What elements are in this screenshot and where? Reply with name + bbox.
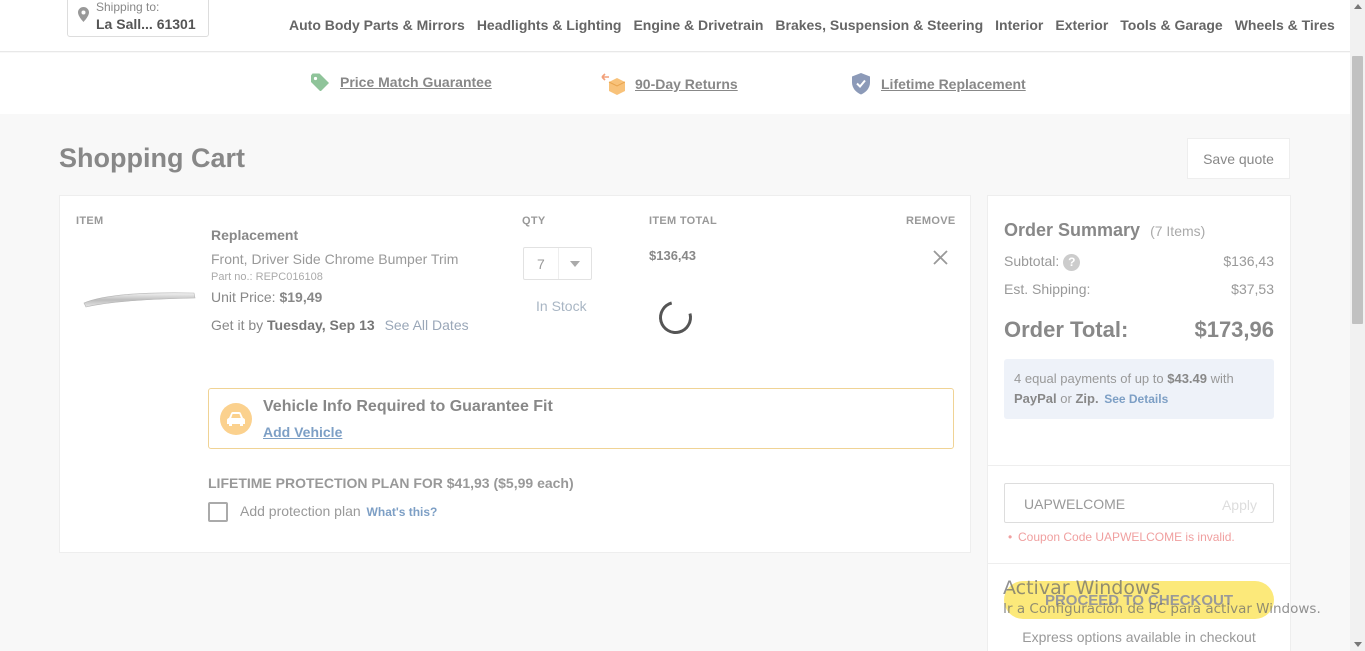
shipping-label: Est. Shipping: [1004,281,1091,297]
shipping-row: Est. Shipping: $37,53 [1004,281,1274,297]
subtotal-label: Subtotal: [1004,253,1060,269]
return-box-icon [601,73,625,95]
part-number: Part no.: REPC016108 [211,271,323,283]
nav-headlights[interactable]: Headlights & Lighting [477,17,622,33]
col-header-remove: REMOVE [906,215,956,227]
pay-with: with [1210,371,1234,386]
returns-link[interactable]: 90-Day Returns [635,76,738,92]
unit-price-label: Unit Price: [211,289,276,305]
protection-plan-checkbox[interactable] [208,502,228,522]
nav-engine[interactable]: Engine & Drivetrain [633,17,763,33]
page-title: Shopping Cart [59,143,245,173]
cart-panel: ITEM QTY ITEM TOTAL REMOVE Replacement F… [59,195,971,553]
price-tag-icon [311,73,329,91]
nav-tools[interactable]: Tools & Garage [1120,17,1222,33]
summary-divider-2 [988,563,1290,564]
location-pin-icon [78,7,89,22]
installment-info: 4 equal payments of up to $43.49 with Pa… [1004,359,1274,419]
close-icon[interactable] [933,250,948,265]
coupon-field[interactable]: UAPWELCOME Apply [1004,483,1274,523]
see-all-dates-link[interactable]: See All Dates [385,317,469,333]
price-match-link[interactable]: Price Match Guarantee [340,74,492,90]
chevron-down-icon[interactable] [558,248,591,279]
save-quote-button[interactable]: Save quote [1187,138,1290,179]
order-total-label: Order Total: [1004,317,1129,342]
shipping-value: $37,53 [1231,281,1274,297]
order-summary-heading: Order Summary [1004,220,1141,240]
shipping-location-selector[interactable]: Shipping to: La Sall... 61301 [67,0,209,37]
help-icon[interactable]: ? [1063,253,1081,271]
coupon-input-value[interactable]: UAPWELCOME [1024,496,1125,512]
category-nav: Auto Body Parts & Mirrors Headlights & L… [289,17,1335,33]
nav-brakes[interactable]: Brakes, Suspension & Steering [775,17,983,33]
guarantee-strip: Price Match Guarantee 90-Day Returns Lif… [0,53,1350,114]
nav-auto-body-parts[interactable]: Auto Body Parts & Mirrors [289,17,465,33]
whats-this-link[interactable]: What's this? [367,505,438,519]
windows-activation-watermark: Activar Windows Ir a Configuración de PC… [1003,577,1321,617]
item-count: (7 Items) [1150,223,1206,239]
vehicle-info-box: Vehicle Info Required to Guarantee Fit A… [208,388,954,449]
summary-divider [988,465,1290,466]
pay-pre: 4 equal payments of up to [1014,371,1164,386]
nav-wheels[interactable]: Wheels & Tires [1235,17,1335,33]
loading-spinner-icon [652,294,699,341]
subtotal-value: $136,43 [1223,253,1274,269]
order-total-value: $173,96 [1194,317,1274,342]
pay-or: or [1060,391,1072,406]
delivery-date: Tuesday, Sep 13 [267,317,375,333]
add-vehicle-link[interactable]: Add Vehicle [263,424,342,440]
subtotal-row: Subtotal:? $136,43 [1004,253,1274,271]
scroll-down-icon[interactable] [1354,642,1362,647]
order-total-row: Order Total: $173,96 [1004,317,1274,343]
car-icon [220,403,252,435]
add-protection-label: Add protection plan [240,503,361,519]
page-scrollbar[interactable] [1350,0,1365,651]
coupon-error: Coupon Code UAPWELCOME is invalid. [1008,530,1235,544]
scroll-up-icon[interactable] [1354,4,1362,9]
lifetime-link[interactable]: Lifetime Replacement [881,76,1026,92]
price-match-item: Price Match Guarantee [310,73,492,91]
stock-status: In Stock [536,298,587,314]
quantity-select[interactable]: 7 [523,247,592,280]
col-header-item-total: ITEM TOTAL [649,215,717,227]
unit-price-value: $19,49 [279,289,323,305]
col-header-qty: QTY [522,215,546,227]
nav-interior[interactable]: Interior [995,17,1043,33]
scroll-thumb[interactable] [1352,56,1363,324]
watermark-line-1: Activar Windows [1003,577,1161,599]
vehicle-info-heading: Vehicle Info Required to Guarantee Fit [263,398,553,415]
see-details-link[interactable]: See Details [1104,392,1168,406]
product-description[interactable]: Front, Driver Side Chrome Bumper Trim [211,251,458,267]
express-options-text: Express options available in checkout [1022,629,1256,645]
shield-check-icon [852,73,870,95]
col-header-item: ITEM [76,215,104,227]
unit-price: Unit Price: $19,49 [211,289,322,305]
shipping-label: Shipping to: [96,0,160,14]
watermark-line-2: Ir a Configuración de PC para activar Wi… [1003,601,1321,617]
lifetime-item: Lifetime Replacement [851,73,1026,95]
order-summary-title: Order Summary (7 Items) [1004,220,1205,241]
paypal-label: PayPal [1014,391,1057,406]
quantity-value: 7 [537,256,545,272]
get-it-by-label: Get it by [211,317,264,333]
pay-amount: $43.49 [1167,371,1207,386]
protection-plan-heading: LIFETIME PROTECTION PLAN FOR $41,93 ($5,… [208,475,574,491]
product-name[interactable]: Replacement [211,227,298,243]
returns-item: 90-Day Returns [601,73,738,95]
apply-coupon-button[interactable]: Apply [1222,497,1257,513]
product-image[interactable] [82,286,196,308]
zip-label: Zip. [1075,391,1099,406]
top-nav-bar: Shipping to: La Sall... 61301 Auto Body … [0,0,1350,52]
subtotal-label-wrap: Subtotal:? [1004,253,1081,271]
item-total: $136,43 [649,248,696,263]
delivery-estimate: Get it by Tuesday, Sep 13 See All Dates [211,317,469,333]
shipping-location: La Sall... 61301 [96,16,196,32]
protection-plan-label: Add protection plan What's this? [240,503,437,519]
nav-exterior[interactable]: Exterior [1055,17,1108,33]
